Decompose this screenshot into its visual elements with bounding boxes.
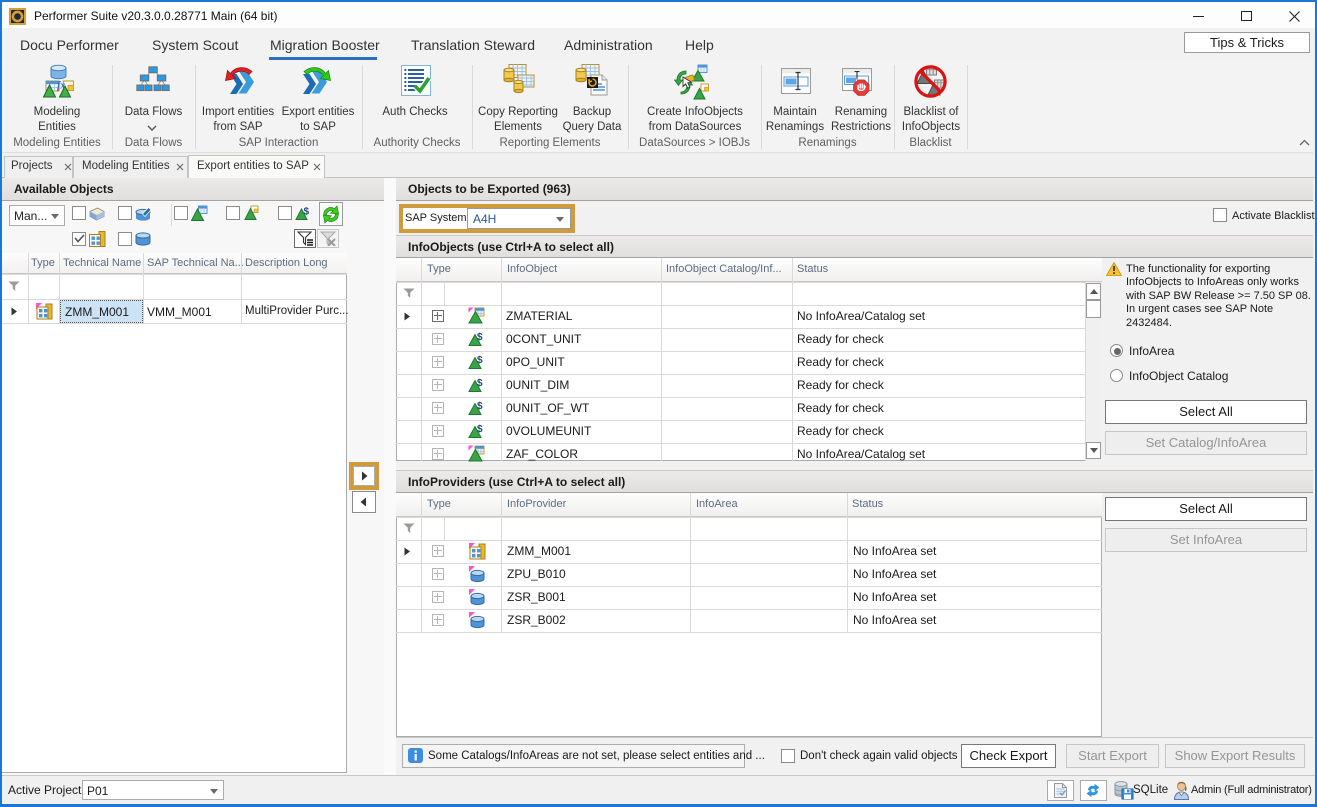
svg-text:$: $ [477, 355, 483, 366]
svg-text:$: $ [477, 401, 483, 412]
svg-text:$: $ [477, 378, 483, 389]
svg-text:$: $ [304, 207, 310, 218]
svg-text:$: $ [477, 332, 483, 343]
svg-text:$: $ [477, 424, 483, 435]
